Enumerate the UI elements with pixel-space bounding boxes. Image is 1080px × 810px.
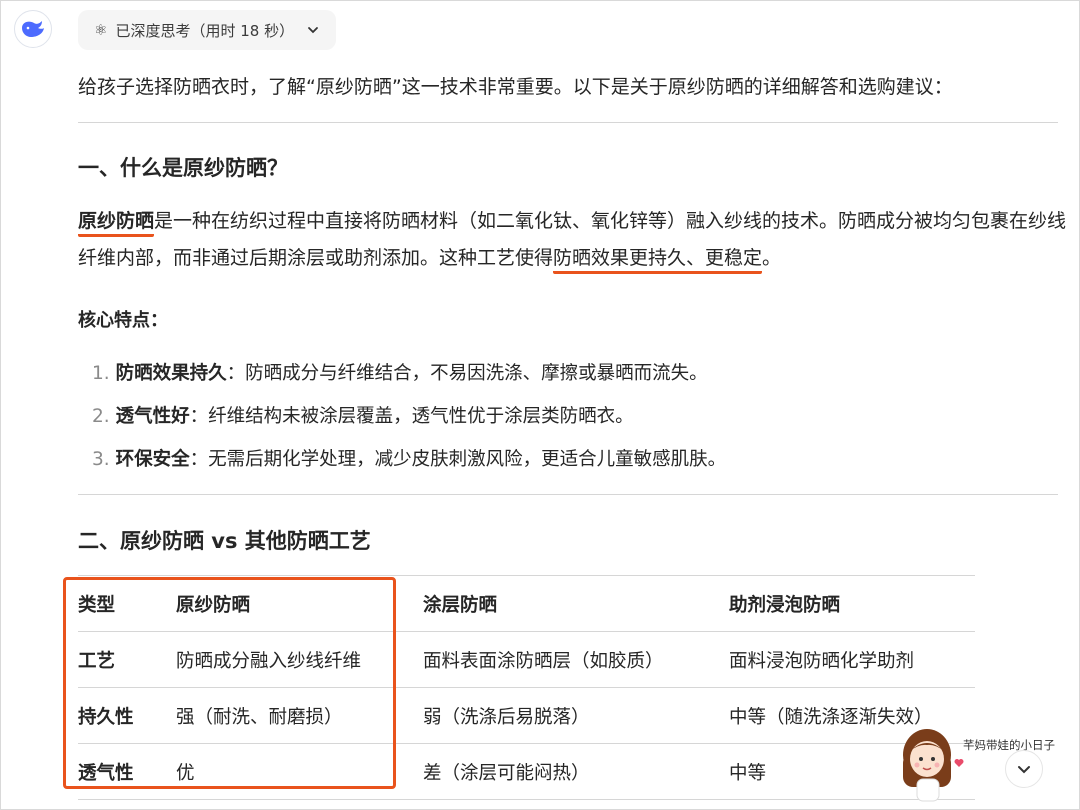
feature-text: ：防晒成分与纤维结合，不易因洗涤、摩擦或暴晒而流失。 [226,363,708,384]
list-number: 1. [92,363,110,384]
section2-title: 二、原纱防晒 vs 其他防晒工艺 [78,529,371,553]
atom-icon: ⚛ [94,21,108,39]
emphasis-highlight: 防晒效果更持久、更稳定 [553,247,763,274]
definition-paragraph: 原纱防晒是一种在纺织过程中直接将防晒材料（如二氧化钛、氧化锌等）融入纱线的技术。… [78,203,1068,277]
list-number: 2. [92,406,110,427]
list-item: 2. 透气性好：纤维结构未被涂层覆盖，透气性优于涂层类防晒衣。 [92,397,726,440]
table-header: 助剂浸泡防晒 [729,575,975,632]
girl-avatar-icon [903,729,964,802]
term-highlight: 原纱防晒 [78,210,155,237]
list-item: 3. 环保安全：无需后期化学处理，减少皮肤刺激风险，更适合儿童敏感肌肤。 [92,440,726,483]
section1-title: 一、什么是原纱防晒？ [78,156,288,180]
feature-title: 防晒效果持久 [115,363,227,384]
table-cell: 面料浸泡防晒化学助剂 [729,631,975,688]
chevron-down-icon [308,27,318,34]
definition-end: 。 [762,247,782,269]
feature-title: 透气性好 [115,406,190,427]
scroll-down-button[interactable] [1005,750,1043,788]
thinking-label: 已深度思考（用时 18 秒） [115,21,295,40]
feature-text: ：无需后期化学处理，减少皮肤刺激风险，更适合儿童敏感肌肤。 [189,449,727,470]
intro-text: 给孩子选择防晒衣时，了解“原纱防晒”这一技术非常重要。以下是关于原纱防晒的详细解… [78,76,953,98]
table-header: 涂层防晒 [423,575,729,632]
feature-text: ：纤维结构未被涂层覆盖，透气性优于涂层类防晒衣。 [189,406,634,427]
features-list: 1. 防晒效果持久：防晒成分与纤维结合，不易因洗涤、摩擦或暴晒而流失。 2. 透气性… [92,354,726,483]
divider [78,122,1058,123]
watermark-text: 芊妈带娃的小日子 [963,738,1055,752]
feature-title: 环保安全 [115,449,190,470]
list-item: 1. 防晒效果持久：防晒成分与纤维结合，不易因洗涤、摩擦或暴晒而流失。 [92,354,726,397]
table-cell: 差（涂层可能闷热） [423,743,729,800]
divider [78,494,1058,495]
list-number: 3. [92,449,110,470]
features-title: 核心特点： [78,310,168,331]
whale-logo-icon [22,21,44,37]
table-cell: 弱（洗涤后易脱落） [423,687,729,744]
deep-thinking-toggle[interactable]: ⚛ 已深度思考（用时 18 秒） [78,10,337,50]
chevron-down-icon [1018,766,1030,774]
table-cell: 面料表面涂防晒层（如胶质） [423,631,729,688]
deepseek-avatar [14,10,52,48]
annotation-highlight-box [63,577,396,789]
